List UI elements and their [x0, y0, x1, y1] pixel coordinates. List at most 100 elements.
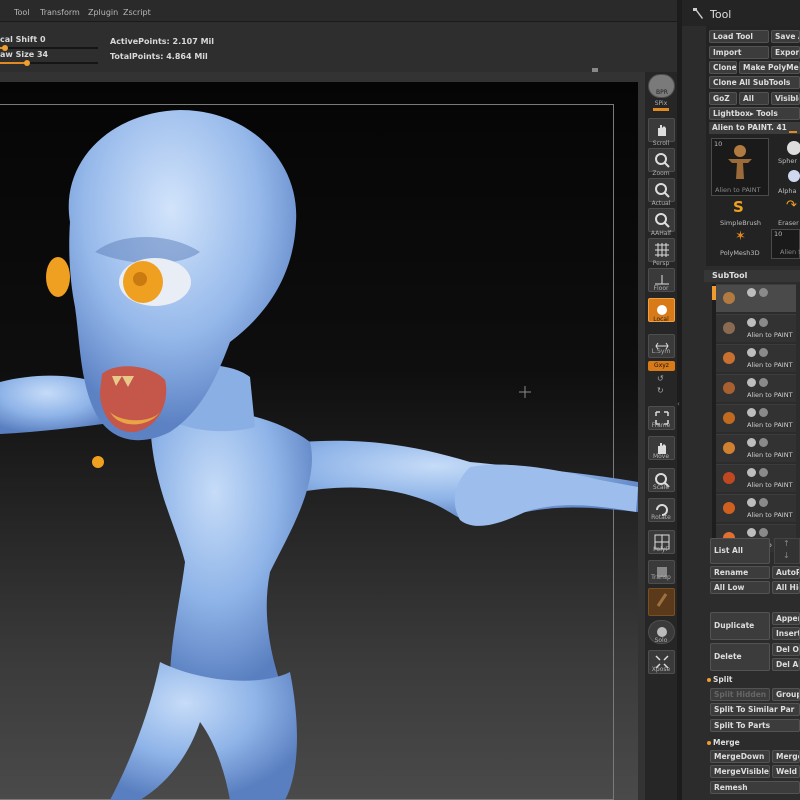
subtool-name: Alien to PAINT	[747, 391, 793, 399]
subtool-thumbnail	[720, 409, 738, 427]
goz-visible-button[interactable]: Visible	[771, 92, 800, 105]
local-shift-slider[interactable]: cal Shift 0	[0, 35, 100, 51]
merge-title[interactable]: Merge	[713, 738, 740, 747]
alien-model[interactable]	[0, 82, 638, 800]
rename-button[interactable]: Rename	[710, 566, 770, 579]
duplicate-button[interactable]: Duplicate	[710, 612, 770, 640]
menu-zplugin[interactable]: Zplugin	[88, 8, 118, 17]
subtool-polypaint-icon[interactable]	[759, 528, 768, 537]
menu-tool[interactable]: Tool	[14, 8, 30, 17]
tool-thumb-simplebrush[interactable]: S SimpleBrush	[711, 198, 769, 228]
rotate-x-icon[interactable]: ↺	[657, 374, 664, 383]
make-polymesh-button[interactable]: Make PolyMes	[739, 61, 800, 74]
split-parts-button[interactable]: Split To Parts	[710, 719, 800, 732]
export-button[interactable]: Export	[771, 46, 800, 59]
subtool-visibility-icon[interactable]	[747, 378, 756, 387]
split-similar-button[interactable]: Split To Similar Par	[710, 703, 800, 716]
ghost-button[interactable]	[648, 588, 675, 616]
del-all-button[interactable]: Del Al	[772, 658, 800, 671]
subtool-polypaint-icon[interactable]	[759, 438, 768, 447]
collapse-arrow-icon[interactable]: ‹	[677, 400, 680, 408]
tool-thumb-alpha[interactable]: Alpha	[776, 168, 800, 196]
all-low-button[interactable]: All Low	[710, 581, 770, 594]
draw-size-track[interactable]	[0, 60, 98, 66]
del-other-button[interactable]: Del Ot	[772, 643, 800, 656]
subtool-visibility-icon[interactable]	[747, 318, 756, 327]
subtool-polypaint-icon[interactable]	[759, 408, 768, 417]
spix-slider[interactable]	[653, 108, 669, 111]
import-button[interactable]: Import	[709, 46, 769, 59]
3d-viewport[interactable]	[0, 82, 638, 800]
aahalf-button[interactable]	[648, 208, 675, 232]
grid-icon	[655, 243, 669, 257]
local-label: Local	[653, 316, 669, 323]
zoom-button[interactable]	[648, 148, 675, 172]
subtool-row[interactable]: Alien to PAINT	[716, 404, 796, 432]
subtool-visibility-icon[interactable]	[747, 438, 756, 447]
arrow-up-icon[interactable]: ↑	[783, 539, 790, 548]
subtool-visibility-icon[interactable]	[747, 498, 756, 507]
delete-button[interactable]: Delete	[710, 643, 770, 671]
split-hidden-button[interactable]: Split Hidden	[710, 688, 770, 701]
menu-zscript[interactable]: Zscript	[123, 8, 151, 17]
merge-visible-button[interactable]: MergeVisible	[710, 765, 770, 778]
draw-size-knob[interactable]	[24, 60, 31, 66]
xyz-toggle[interactable]: Gxyz	[648, 361, 675, 371]
scroll-button[interactable]	[648, 118, 675, 142]
append-button[interactable]: Append	[772, 612, 800, 625]
split-title[interactable]: Split	[713, 675, 733, 684]
subtool-row[interactable]	[716, 284, 796, 312]
lightbox-tools-button[interactable]: Lightbox▸ Tools	[709, 107, 800, 120]
local-shift-track[interactable]	[0, 45, 98, 51]
merge-similar-button[interactable]: MergeS	[772, 750, 800, 763]
subtool-visibility-icon[interactable]	[747, 288, 756, 297]
subtool-name: Alien to PAINT	[747, 481, 793, 489]
tool-thumb-eraser[interactable]: ↷ Eraser	[776, 198, 800, 228]
magnifier-icon	[655, 153, 670, 168]
current-tool-slider[interactable]: Alien to PAINT. 41	[709, 122, 800, 134]
save-as-button[interactable]: Save A	[771, 30, 800, 43]
tool-thumb-alien[interactable]: 10 Alien to PAINT	[711, 138, 769, 196]
subtool-polypaint-icon[interactable]	[759, 468, 768, 477]
tool-thumb-alien-small[interactable]: 10 Alien t	[771, 229, 800, 259]
subtool-row[interactable]: Alien to PAINT	[716, 344, 796, 372]
insert-button[interactable]: Insert	[772, 627, 800, 640]
subtool-visibility-icon[interactable]	[747, 348, 756, 357]
all-high-button[interactable]: All Hig	[772, 581, 800, 594]
draw-size-slider[interactable]: aw Size 34	[0, 50, 100, 66]
merge-down-button[interactable]: MergeDown	[710, 750, 770, 763]
subtool-polypaint-icon[interactable]	[759, 498, 768, 507]
menu-transform[interactable]: Transform	[40, 8, 80, 17]
clone-button[interactable]: Clone	[709, 61, 737, 74]
subtool-row[interactable]: Alien to PAINT	[716, 494, 796, 522]
list-all-button[interactable]: List All	[710, 538, 770, 564]
subtool-row[interactable]: Alien to PAINT	[716, 464, 796, 492]
remesh-button[interactable]: Remesh	[710, 781, 800, 794]
load-tool-button[interactable]: Load Tool	[709, 30, 769, 43]
tool-thumb-polymesh[interactable]: ✶ PolyMesh3D	[711, 229, 769, 259]
autoreorder-button[interactable]: AutoRe	[772, 566, 800, 579]
subtool-polypaint-icon[interactable]	[759, 318, 768, 327]
actual-button[interactable]	[648, 178, 675, 202]
rotate-y-icon[interactable]: ↻	[657, 386, 664, 395]
subtool-polypaint-icon[interactable]	[759, 378, 768, 387]
arrow-down-icon[interactable]: ↓	[783, 551, 790, 560]
subtool-row[interactable]: Alien to PAINT	[716, 374, 796, 402]
subtool-arrows[interactable]: ↑ ↓	[774, 538, 800, 564]
groups-split-button[interactable]: Groups	[772, 688, 800, 701]
subtool-row[interactable]: Alien to PAINT	[716, 314, 796, 342]
goz-button[interactable]: GoZ	[709, 92, 737, 105]
subtool-polypaint-icon[interactable]	[759, 348, 768, 357]
weld-button[interactable]: Weld	[772, 765, 800, 778]
subtool-visibility-icon[interactable]	[747, 528, 756, 537]
subtool-visibility-icon[interactable]	[747, 408, 756, 417]
persp-button[interactable]	[648, 238, 675, 262]
clone-all-subtools-button[interactable]: Clone All SubTools	[709, 76, 800, 89]
subtool-polypaint-icon[interactable]	[759, 288, 768, 297]
goz-all-button[interactable]: All	[739, 92, 769, 105]
subtool-row[interactable]: Alien to PAINT	[716, 434, 796, 462]
subtool-visibility-icon[interactable]	[747, 468, 756, 477]
subtool-header[interactable]: SubTool	[704, 270, 800, 282]
bpr-render-button[interactable]: BPR	[648, 74, 675, 98]
tool-thumb-sphere[interactable]: Spher	[776, 138, 800, 166]
